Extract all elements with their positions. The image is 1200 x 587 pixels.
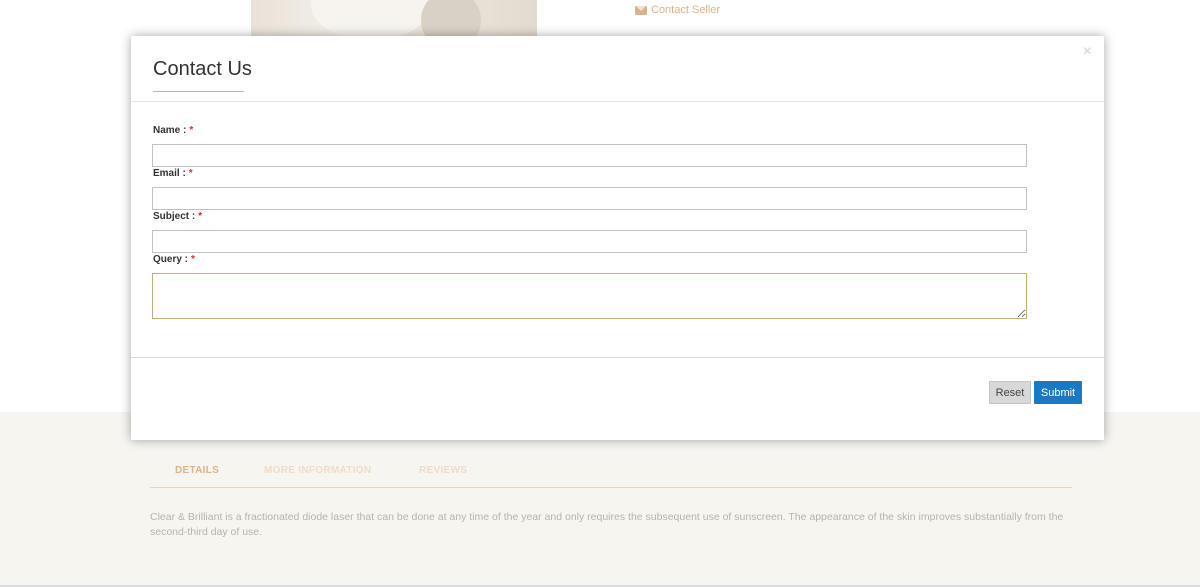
name-label: Name : * [153,125,193,136]
name-label-text: Name : [153,125,187,136]
modal-title: Contact Us [153,58,252,80]
contact-us-modal: × Contact Us Name : * Email : * Subject : *… [131,36,1104,440]
submit-button[interactable]: Submit [1034,381,1082,404]
product-tabs: DETAILS MORE INFORMATION REVIEWS [150,452,1072,488]
subject-label: Subject : * [153,211,202,222]
product-image-shadow [421,0,481,36]
required-marker: * [188,168,193,179]
product-image [251,0,537,36]
product-image-highlight [311,0,431,36]
query-textarea[interactable] [152,273,1027,319]
modal-footer-divider [131,357,1104,358]
tab-reviews[interactable]: REVIEWS [419,465,467,476]
email-label-text: Email : [153,168,186,179]
reset-button[interactable]: Reset [989,381,1031,404]
query-label-text: Query : [153,254,189,265]
email-label: Email : * [153,168,193,179]
required-marker: * [198,211,203,222]
contact-seller-link[interactable]: Contact Seller [635,4,720,16]
query-label: Query : * [153,254,195,265]
title-underline [153,91,244,92]
name-input[interactable] [152,144,1027,167]
required-marker: * [191,254,195,265]
modal-header-divider [131,101,1104,102]
subject-input[interactable] [152,230,1027,253]
required-marker: * [189,125,194,136]
contact-seller-label: Contact Seller [651,4,721,16]
close-icon[interactable]: × [1083,44,1092,60]
email-input[interactable] [152,187,1027,210]
tab-more-information[interactable]: MORE INFORMATION [264,465,371,476]
product-description: Clear & Brilliant is a fractionated diod… [150,511,1064,538]
envelope-icon [635,5,647,15]
subject-label-text: Subject : [153,211,196,222]
tab-details[interactable]: DETAILS [175,465,219,476]
